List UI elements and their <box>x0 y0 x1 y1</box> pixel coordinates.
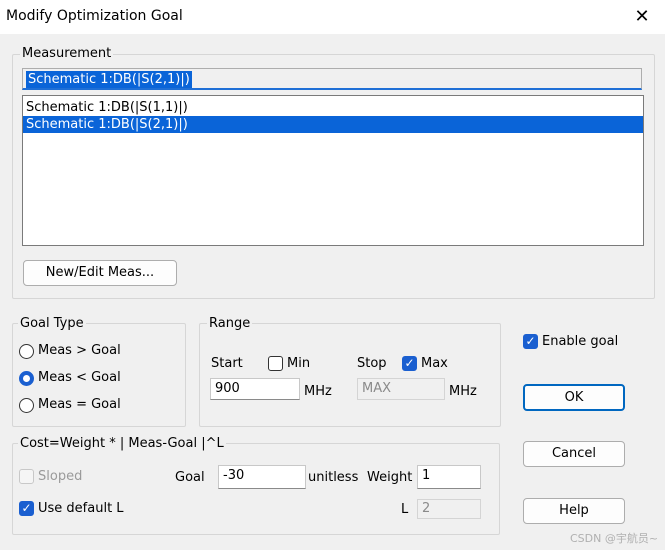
stop-input: MAX <box>357 378 445 400</box>
close-icon: ✕ <box>634 6 650 27</box>
goal-lt-label: Meas < Goal <box>38 370 121 385</box>
check-icon: ✓ <box>21 501 32 515</box>
measurement-combo[interactable]: Schematic 1:DB(|S(2,1)|) <box>22 68 642 90</box>
goal-unit: unitless <box>308 470 359 485</box>
goal-eq-radio[interactable] <box>19 398 34 413</box>
check-icon: ✓ <box>404 356 415 370</box>
start-label: Start <box>211 356 243 371</box>
weight-input[interactable]: 1 <box>417 465 481 489</box>
max-label: Max <box>421 356 448 371</box>
cost-group-label: Cost=Weight * | Meas-Goal |^L <box>18 436 226 451</box>
weight-label: Weight <box>367 470 413 485</box>
min-label: Min <box>287 356 311 371</box>
stop-label: Stop <box>357 356 387 371</box>
ok-button[interactable]: OK <box>523 384 625 411</box>
max-checkbox[interactable]: ✓ <box>402 356 417 371</box>
enable-goal-label: Enable goal <box>542 334 619 349</box>
help-button[interactable]: Help <box>523 498 625 524</box>
use-default-l-checkbox[interactable]: ✓ <box>19 501 34 516</box>
sloped-label: Sloped <box>38 469 83 484</box>
sloped-checkbox <box>19 469 34 484</box>
start-input[interactable]: 900 <box>210 378 300 400</box>
measurement-combo-value: Schematic 1:DB(|S(2,1)|) <box>26 71 192 88</box>
close-button[interactable]: ✕ <box>624 4 660 30</box>
goal-gt-label: Meas > Goal <box>38 343 121 358</box>
cancel-button[interactable]: Cancel <box>523 441 625 467</box>
goal-lt-radio[interactable] <box>19 371 34 386</box>
new-edit-meas-button[interactable]: New/Edit Meas... <box>23 260 177 286</box>
measurement-list[interactable]: Schematic 1:DB(|S(1,1)|) Schematic 1:DB(… <box>22 95 644 246</box>
l-input: 2 <box>417 499 481 519</box>
goal-label: Goal <box>175 470 205 485</box>
range-group <box>199 323 501 427</box>
check-icon: ✓ <box>525 334 536 348</box>
goal-input[interactable]: -30 <box>218 465 306 489</box>
measurement-group-label: Measurement <box>20 46 114 61</box>
range-group-label: Range <box>207 316 253 331</box>
goal-type-group-label: Goal Type <box>18 316 86 331</box>
window-title: Modify Optimization Goal <box>6 8 183 24</box>
list-item[interactable]: Schematic 1:DB(|S(2,1)|) <box>23 116 643 133</box>
goal-eq-label: Meas = Goal <box>38 397 121 412</box>
goal-gt-radio[interactable] <box>19 344 34 359</box>
min-checkbox[interactable] <box>268 356 283 371</box>
start-unit: MHz <box>304 384 332 399</box>
list-item[interactable]: Schematic 1:DB(|S(1,1)|) <box>23 99 643 116</box>
use-default-l-label: Use default L <box>38 501 124 516</box>
stop-unit: MHz <box>449 384 477 399</box>
watermark: CSDN @宇航员~ <box>570 532 659 545</box>
l-label: L <box>401 502 409 517</box>
cost-group <box>12 443 500 535</box>
enable-goal-checkbox[interactable]: ✓ <box>523 334 538 349</box>
